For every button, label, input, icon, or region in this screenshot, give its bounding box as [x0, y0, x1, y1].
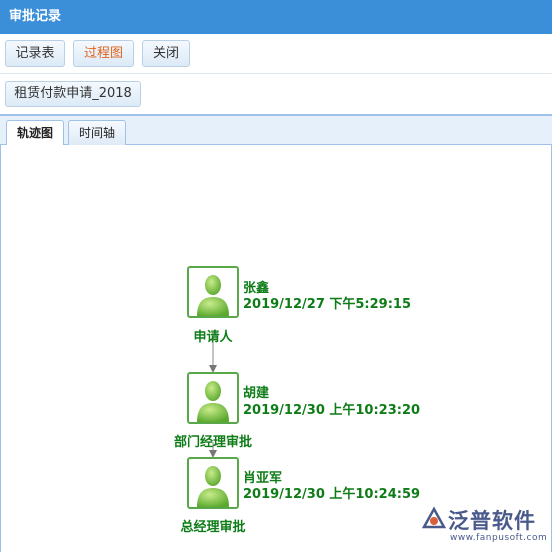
user-icon: [197, 466, 229, 507]
step-2-time: 2019/12/30 上午10:23:20: [243, 403, 421, 418]
process-chart-button[interactable]: 过程图: [73, 40, 134, 67]
logo-icon: [421, 506, 447, 529]
tab-track-chart[interactable]: 轨迹图: [6, 120, 64, 148]
watermark-logo: 泛普软件 www.fanpusoft.com: [420, 505, 548, 549]
step-2-avatar-node[interactable]: [187, 372, 239, 424]
user-icon: [197, 275, 229, 316]
step-2-role: 部门经理审批: [173, 435, 252, 450]
watermark-url: www.fanpusoft.com: [450, 533, 548, 543]
step-1-role: 申请人: [193, 330, 233, 345]
close-button[interactable]: 关闭: [142, 40, 190, 67]
step-1-time: 2019/12/27 下午5:29:15: [243, 297, 412, 312]
document-name-button[interactable]: 租赁付款申请_2018: [5, 81, 141, 107]
step-3-time: 2019/12/30 上午10:24:59: [243, 487, 421, 502]
tab-timeline[interactable]: 时间轴: [68, 120, 126, 147]
user-icon: [197, 381, 229, 422]
record-table-button[interactable]: 记录表: [5, 40, 65, 67]
step-3-role: 总经理审批: [180, 520, 246, 535]
flow-canvas: 张鑫 2019/12/27 下午5:29:15 申请人 胡建 2019/12/3…: [0, 145, 552, 552]
toolbar: 记录表 过程图 关闭: [0, 34, 552, 74]
step-1-avatar-node[interactable]: [187, 266, 239, 318]
window-title: 审批记录: [0, 0, 552, 34]
watermark-text: 泛普软件: [448, 509, 536, 533]
tab-strip: 轨迹图 时间轴: [0, 114, 552, 148]
step-3-avatar-node[interactable]: [187, 457, 239, 509]
document-bar: 租赁付款申请_2018: [0, 74, 552, 114]
